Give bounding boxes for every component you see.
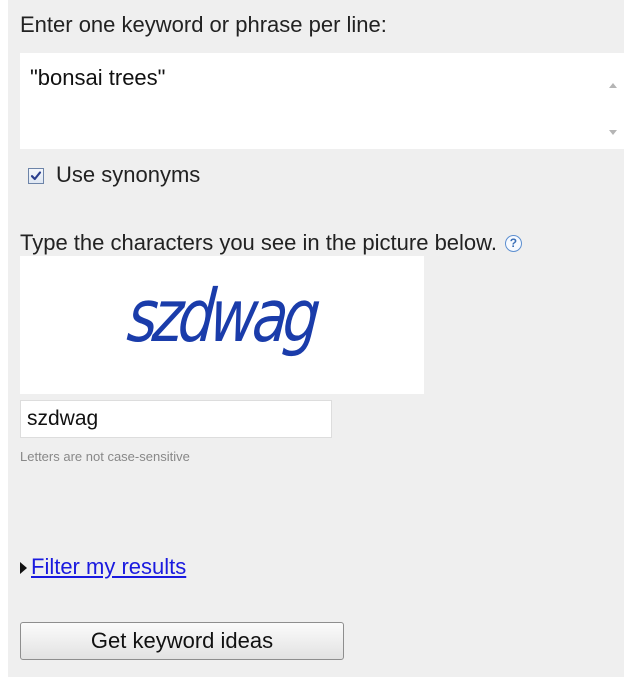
filter-results-link[interactable]: Filter my results (31, 554, 186, 580)
captcha-instruction: Type the characters you see in the pictu… (20, 230, 522, 256)
captcha-input[interactable]: szdwag (20, 400, 332, 438)
use-synonyms-checkbox[interactable] (28, 168, 44, 184)
keywords-textarea[interactable]: "bonsai trees" (20, 53, 624, 149)
use-synonyms-option[interactable]: Use synonyms (28, 160, 200, 190)
get-keyword-ideas-button[interactable]: Get keyword ideas (20, 622, 344, 660)
checkmark-icon (30, 171, 42, 181)
use-synonyms-label: Use synonyms (56, 162, 201, 187)
help-icon[interactable]: ? (504, 234, 522, 252)
expand-triangle-icon[interactable] (20, 562, 27, 574)
filter-results-toggle[interactable]: Filter my results (20, 554, 186, 580)
captcha-image: szdwag (20, 256, 424, 394)
scroll-up-arrow-icon[interactable] (609, 83, 617, 88)
scroll-down-arrow-icon[interactable] (609, 130, 617, 135)
textarea-scrollbar[interactable] (603, 53, 624, 149)
keyword-tool-panel: Enter one keyword or phrase per line: "b… (8, 0, 624, 677)
keywords-textarea-value: "bonsai trees" (30, 65, 166, 90)
captcha-image-text: szdwag (124, 273, 319, 359)
captcha-instruction-text: Type the characters you see in the pictu… (20, 230, 497, 255)
case-sensitivity-note: Letters are not case-sensitive (20, 449, 190, 464)
keywords-heading: Enter one keyword or phrase per line: (20, 12, 387, 37)
